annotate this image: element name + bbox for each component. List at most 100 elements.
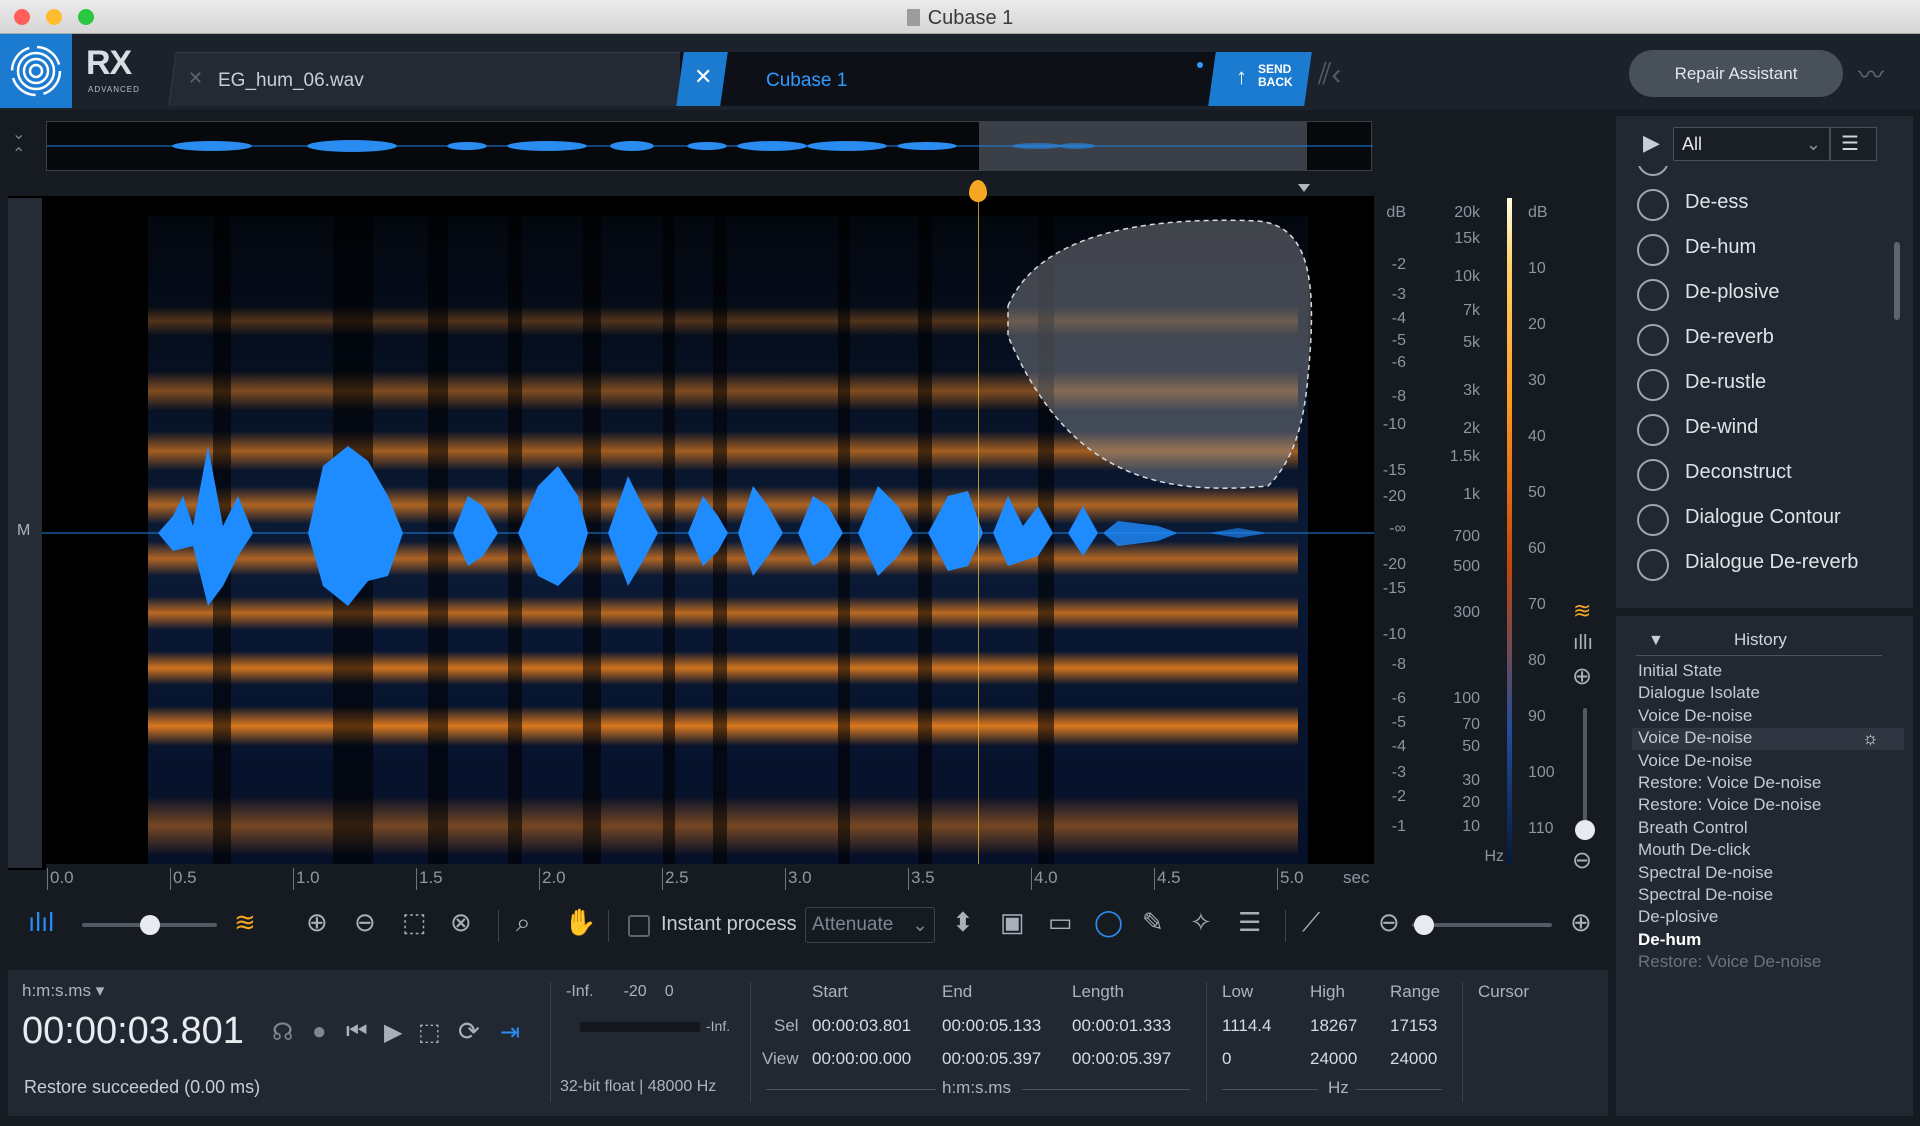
module-item[interactable]: De-plosive <box>1632 273 1902 317</box>
zoom-out-horizontal-icon[interactable]: ⊖ <box>1378 907 1400 938</box>
history-item[interactable]: Restore: Voice De-noise <box>1638 773 1821 793</box>
sel-range[interactable]: 17153 <box>1390 1016 1437 1036</box>
collapse-panel-icon[interactable]: ⫽‹ <box>1318 58 1341 92</box>
magic-wand-icon[interactable]: ✧ <box>1190 907 1212 938</box>
hz-tick-label: 20 <box>1462 794 1480 811</box>
history-item[interactable]: Restore: Voice De-noise <box>1638 795 1821 815</box>
zoom-tool-icon[interactable]: ⌕ <box>516 907 531 939</box>
brush-tool-icon[interactable]: ✎ <box>1142 907 1164 938</box>
history-item[interactable]: Spectral De-noise <box>1638 885 1773 905</box>
tab-cubase[interactable] <box>680 52 1220 106</box>
spectrogram[interactable] <box>8 196 1374 870</box>
module-item[interactable]: Dialogue De-reverb <box>1632 543 1902 587</box>
module-item[interactable]: De-crackle <box>1632 166 1902 182</box>
module-filter-select[interactable]: All ⌄ <box>1673 127 1830 161</box>
module-item[interactable]: De-reverb <box>1632 318 1902 362</box>
zoom-fit-icon[interactable]: ⊗ <box>450 907 472 938</box>
vertical-zoom-slider[interactable] <box>1583 708 1587 834</box>
history-item[interactable]: De-hum <box>1638 930 1701 950</box>
view-range[interactable]: 24000 <box>1390 1049 1437 1069</box>
loop-icon[interactable]: ⟳ <box>458 1016 480 1047</box>
module-item[interactable]: Deconstruct <box>1632 453 1902 497</box>
close-tab-icon[interactable]: ✕ <box>188 68 203 89</box>
instant-process-checkbox[interactable] <box>628 915 650 937</box>
history-item[interactable]: Restore: Voice De-noise <box>1638 952 1821 972</box>
collapse-overview-icon[interactable]: ⌄ ⌃ <box>12 124 25 164</box>
info-divider <box>750 982 751 1102</box>
module-item[interactable]: De-wind <box>1632 408 1902 452</box>
zoom-in-vertical-icon[interactable]: ⊕ <box>1572 662 1592 691</box>
spectrogram-mode-icon[interactable]: ≋ <box>1573 598 1591 624</box>
time-frequency-selection-icon[interactable]: ▣ <box>1000 907 1025 938</box>
sel-start[interactable]: 00:00:03.801 <box>812 1016 911 1036</box>
sel-end[interactable]: 00:00:05.133 <box>942 1016 1041 1036</box>
play-icon[interactable]: ▶ <box>384 1018 402 1047</box>
history-item[interactable]: Spectral De-noise <box>1638 863 1773 883</box>
history-item[interactable]: De-plosive <box>1638 907 1718 927</box>
view-high[interactable]: 24000 <box>1310 1049 1357 1069</box>
horizontal-zoom-knob[interactable] <box>1414 915 1434 935</box>
close-icon[interactable]: ✕ <box>694 64 712 90</box>
vertical-zoom-knob[interactable] <box>1575 820 1595 840</box>
view-length[interactable]: 00:00:05.397 <box>1072 1049 1171 1069</box>
sel-low[interactable]: 1114.4 <box>1222 1016 1271 1036</box>
headphones-icon[interactable]: ☊ <box>272 1018 293 1047</box>
sel-high[interactable]: 18267 <box>1310 1016 1357 1036</box>
waveform-overview[interactable] <box>46 121 1373 171</box>
history-item[interactable]: Dialogue Isolate <box>1638 683 1760 703</box>
zoom-selection-icon[interactable]: ⬚ <box>402 907 427 938</box>
time-tick-label: 1.0 <box>296 868 320 887</box>
dialogue-contour-icon <box>1637 504 1669 536</box>
history-item[interactable]: Mouth De-click <box>1638 840 1750 860</box>
history-item[interactable]: Breath Control <box>1638 818 1748 838</box>
collapse-history-icon[interactable]: ▼ <box>1648 632 1664 650</box>
compare-icon[interactable]: ☼ <box>1862 728 1879 749</box>
module-list-scrollbar[interactable] <box>1894 242 1900 320</box>
zoom-out-vertical-icon[interactable]: ⊖ <box>1572 846 1592 875</box>
zoom-in-icon[interactable]: ⊕ <box>306 907 328 938</box>
playhead-marker[interactable] <box>969 180 987 202</box>
play-module-icon[interactable]: ▶ <box>1643 130 1660 156</box>
sel-length[interactable]: 00:00:01.333 <box>1072 1016 1171 1036</box>
frequency-selection-icon[interactable]: ▭ <box>1048 907 1073 938</box>
lasso-tool-icon[interactable]: ◯ <box>1094 907 1123 938</box>
zoom-in-horizontal-icon[interactable]: ⊕ <box>1570 907 1592 938</box>
time-selection-icon[interactable]: ⬍ <box>952 907 974 938</box>
end-header: End <box>942 982 973 1001</box>
record-icon[interactable]: ● <box>312 1018 327 1046</box>
module-item[interactable]: Dialogue Contour <box>1632 498 1902 542</box>
gain-tool-icon[interactable]: ⟋ <box>1302 907 1320 939</box>
time-format-select[interactable]: h:m:s.ms ▾ <box>22 981 104 1001</box>
module-item[interactable]: De-hum <box>1632 228 1902 272</box>
play-selection-icon[interactable]: ⬚ <box>418 1018 441 1047</box>
module-item[interactable]: De-ess <box>1632 183 1902 227</box>
history-item[interactable]: Initial State <box>1638 661 1722 681</box>
hand-tool-icon[interactable]: ✋ <box>564 907 596 938</box>
waveform-mode-icon[interactable]: ıllı <box>1573 632 1593 655</box>
module-item[interactable]: De-rustle <box>1632 363 1902 407</box>
view-end[interactable]: 00:00:05.397 <box>942 1049 1041 1069</box>
history-item[interactable]: Voice De-noise <box>1638 751 1752 771</box>
view-low[interactable]: 0 <box>1222 1049 1231 1069</box>
waveform-view-icon[interactable]: ılıl <box>28 907 54 938</box>
time-unit-label: sec <box>1343 868 1370 887</box>
toolbar-divider <box>1285 910 1286 942</box>
skip-to-start-icon[interactable]: ⏮ <box>346 1018 368 1046</box>
repair-assistant-button[interactable]: Repair Assistant <box>1629 50 1843 97</box>
wand-icon[interactable]: 〰 <box>1858 55 1884 92</box>
hamburger-icon: ☰ <box>1841 133 1859 155</box>
title-bar: Cubase 1 <box>0 0 1920 34</box>
spectrogram-view-icon[interactable]: ≋ <box>234 907 256 938</box>
history-item[interactable]: Voice De-noise <box>1638 706 1752 726</box>
harmonic-selection-icon[interactable]: ☰ <box>1238 907 1261 938</box>
instant-process-mode-select[interactable]: Attenuate ⌄ <box>805 907 935 943</box>
module-menu-button[interactable]: ☰ <box>1830 127 1877 161</box>
follow-playhead-icon[interactable]: ⇥ <box>500 1018 520 1047</box>
time-format-value: h:m:s.ms <box>22 981 91 1000</box>
view-end-marker[interactable] <box>1298 184 1310 192</box>
view-start[interactable]: 00:00:00.000 <box>812 1049 911 1069</box>
history-item[interactable]: Voice De-noise <box>1638 728 1752 748</box>
spectrogram-blend-knob[interactable] <box>140 915 160 935</box>
status-text: Restore succeeded (0.00 ms) <box>24 1077 261 1097</box>
zoom-out-icon[interactable]: ⊖ <box>354 907 376 938</box>
